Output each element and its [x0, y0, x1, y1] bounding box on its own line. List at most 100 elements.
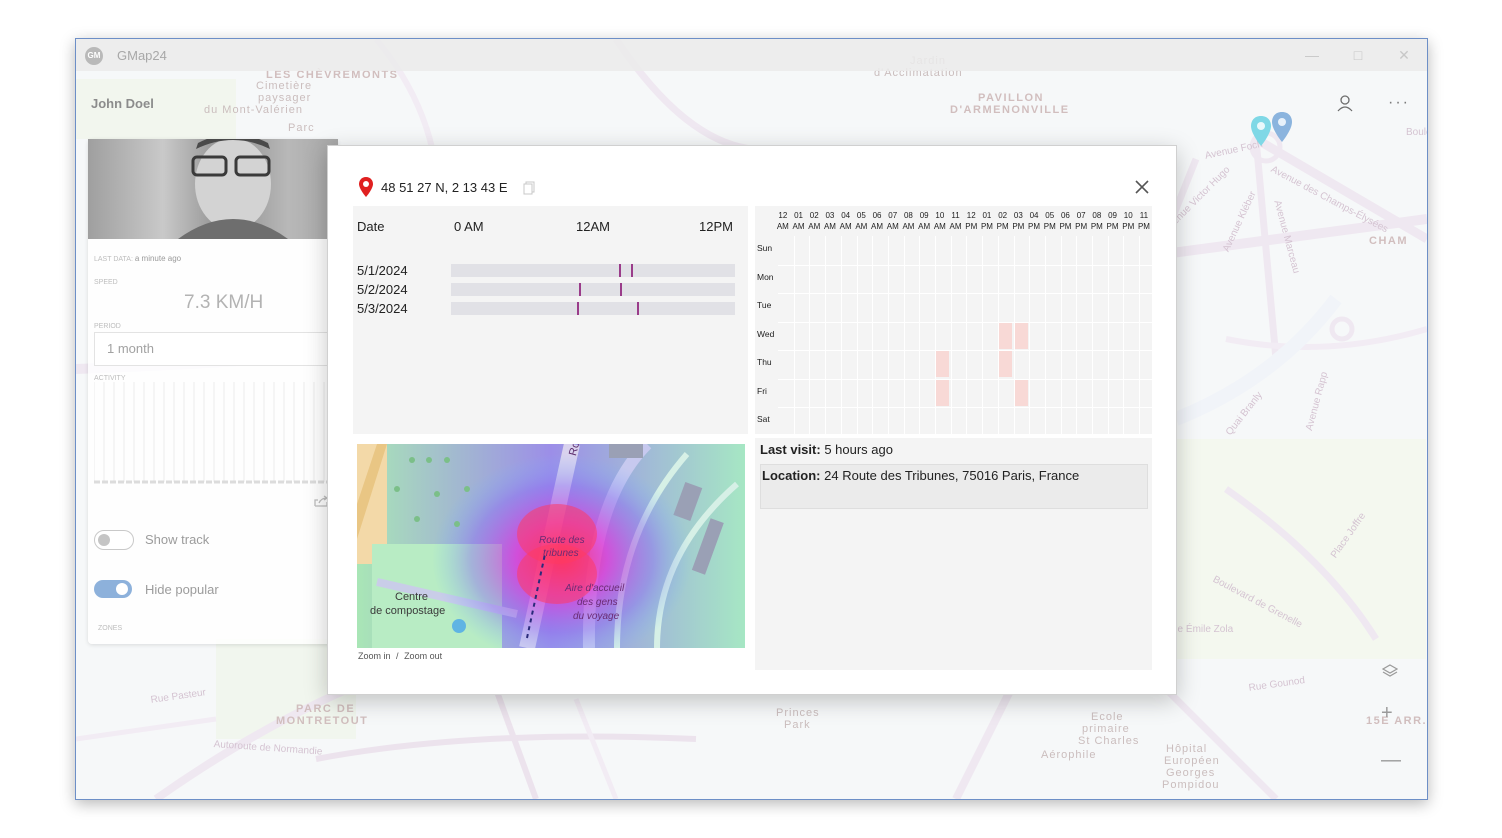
app-title: GMap24 — [117, 48, 167, 63]
minimize-button[interactable]: — — [1302, 45, 1322, 65]
heatmap-hour-label: 02 AM — [806, 210, 822, 232]
heatmap-gridline — [1076, 236, 1078, 434]
heatmap-hour-label: 01 PM — [979, 210, 995, 232]
heatmap-gridline — [950, 236, 952, 434]
timeline-row-date: 5/2/2024 — [357, 282, 408, 297]
heatmap-gridline — [903, 236, 905, 434]
heatmap-hour-label: 11 PM — [1136, 210, 1152, 232]
period-select[interactable]: 1 month — [94, 332, 334, 366]
heatmap-hour: 05 — [1045, 211, 1055, 220]
heatmap-gridline — [778, 293, 1153, 294]
period-label: PERIOD — [94, 323, 121, 330]
location-value: 24 Route des Tribunes, 75016 Paris, Fran… — [824, 468, 1080, 483]
map-marker-icon[interactable] — [1250, 115, 1272, 147]
layers-icon[interactable] — [1382, 663, 1398, 679]
heatmap-gridline — [1060, 236, 1062, 434]
heatmap-gridline — [997, 236, 999, 434]
weekly-heatmap-panel: 12 AM 01 AM 02 AM 03 AM 04 AM 05 AM 06 AM 07 AM 08 AM 09 AM… — [755, 206, 1153, 434]
show-track-toggle[interactable] — [94, 530, 134, 550]
heatmap-ampm: AM — [886, 222, 899, 231]
heatmap-hot-cell — [1013, 322, 1028, 349]
window-close-button[interactable]: ✕ — [1394, 45, 1414, 65]
hide-popular-toggle[interactable] — [94, 580, 132, 598]
heatmap-hour-label: 09 AM — [916, 210, 932, 232]
heatmap-hour-label: 06 PM — [1058, 210, 1074, 232]
heatmap-hour: 10 — [1123, 211, 1133, 220]
heatmap-gridline — [793, 236, 795, 434]
location-details-dialog: 48 51 27 N, 2 13 43 E Date 0 AM 12AM 12P… — [327, 145, 1177, 695]
mini-map-label: tribunes — [543, 548, 579, 559]
heatmap-hour: 01 — [794, 211, 803, 220]
heatmap-hour: 05 — [856, 211, 866, 220]
zoom-in-icon[interactable]: + — [1381, 702, 1393, 725]
heatmap-hour: 10 — [935, 211, 945, 220]
heatmap-ampm: AM — [902, 222, 915, 231]
heatmap-gridline — [1123, 236, 1125, 434]
speed-value: 7.3 KM/H — [184, 292, 264, 313]
heatmap-hour: 11 — [951, 211, 960, 220]
heatmap-hour: 03 — [825, 211, 835, 220]
heatmap-gridline — [1013, 236, 1015, 434]
timeline-row-bar — [451, 283, 735, 296]
heatmap-hot-cell — [997, 322, 1012, 349]
heatmap-ampm: PM — [1059, 222, 1072, 231]
visit-tick — [578, 283, 581, 296]
period-value: 1 month — [107, 341, 154, 356]
heatmap-hot-cell — [935, 379, 949, 406]
user-photo — [88, 139, 338, 239]
last-visit-value: 5 hours ago — [824, 442, 893, 457]
heatmap-ampm: PM — [1075, 222, 1088, 231]
map-marker-icon[interactable] — [1271, 111, 1293, 143]
heatmap-day-label: Wed — [757, 328, 775, 339]
heatmap-gridline — [856, 236, 858, 434]
share-icon[interactable] — [314, 495, 328, 507]
heatmap-gridline — [982, 236, 984, 434]
heatmap-hour: 01 — [982, 211, 992, 220]
mini-map-label: des gens — [577, 597, 618, 608]
last-data-value: a minute ago — [134, 254, 182, 263]
heatmap-hour: 08 — [1092, 211, 1102, 220]
heatmap-hour: 11 — [1139, 211, 1149, 220]
heatmap-gridline — [809, 236, 811, 434]
heatmap-ampm: PM — [1137, 222, 1150, 231]
heatmap-ampm: PM — [1090, 222, 1103, 231]
heatmap-hour: 02 — [998, 211, 1008, 220]
mini-map-label: Aire d'accueil — [565, 583, 625, 594]
timeline-col-12am: 12AM — [576, 219, 610, 234]
close-dialog-button[interactable] — [1134, 179, 1150, 195]
heatmap-hour-label: 04 AM — [838, 210, 854, 232]
heatmap-hot-cell — [997, 351, 1012, 377]
heatmap-gridline — [935, 236, 936, 434]
maximize-button[interactable]: □ — [1348, 45, 1368, 65]
zoom-out-icon[interactable]: — — [1381, 749, 1401, 772]
heatmap-hot-cell — [935, 351, 949, 377]
heatmap-ampm: PM — [1012, 222, 1025, 231]
zoom-in-link[interactable]: Zoom in — [358, 651, 391, 661]
zones-label: ZONES — [98, 625, 123, 632]
more-options-icon[interactable]: ··· — [1388, 94, 1410, 112]
mini-map-canvas — [357, 444, 745, 648]
heatmap-hot-cell — [1013, 379, 1028, 406]
user-icon[interactable] — [1336, 94, 1354, 112]
heatmap-hour: 08 — [903, 211, 913, 220]
heatmap-hour: 09 — [1108, 211, 1117, 220]
heatmap-ampm: AM — [808, 222, 821, 231]
heatmap-ampm: AM — [855, 222, 868, 231]
heatmap-hour: 04 — [1029, 211, 1039, 220]
heatmap-day-label: Sun — [757, 243, 773, 253]
heatmap-ampm: AM — [918, 222, 931, 231]
timeline-col-date: Date — [357, 219, 385, 234]
heatmap-hour-label: 10 AM — [932, 210, 948, 232]
copy-icon[interactable] — [523, 181, 535, 195]
heatmap-gridline — [840, 236, 842, 434]
visit-info-panel: Last visit: 5 hours ago Location: 24 Rou… — [755, 438, 1152, 670]
heatmap-ampm: PM — [980, 222, 993, 231]
heatmap-hour-label: 11 AM — [948, 210, 964, 232]
tracker-side-panel: LAST DATA: a minute ago SPEED 7.3 KM/H P… — [88, 139, 338, 644]
heatmap-hour-label: 03 AM — [822, 210, 838, 232]
heatmap-ampm: PM — [1122, 222, 1135, 231]
zoom-out-link[interactable]: Zoom out — [404, 651, 442, 661]
mini-map[interactable]: Route des Tribunes Route des tribunes Ce… — [357, 444, 745, 648]
heatmap-gridline — [1044, 236, 1046, 434]
heatmap-day-label: Fri — [757, 385, 767, 396]
